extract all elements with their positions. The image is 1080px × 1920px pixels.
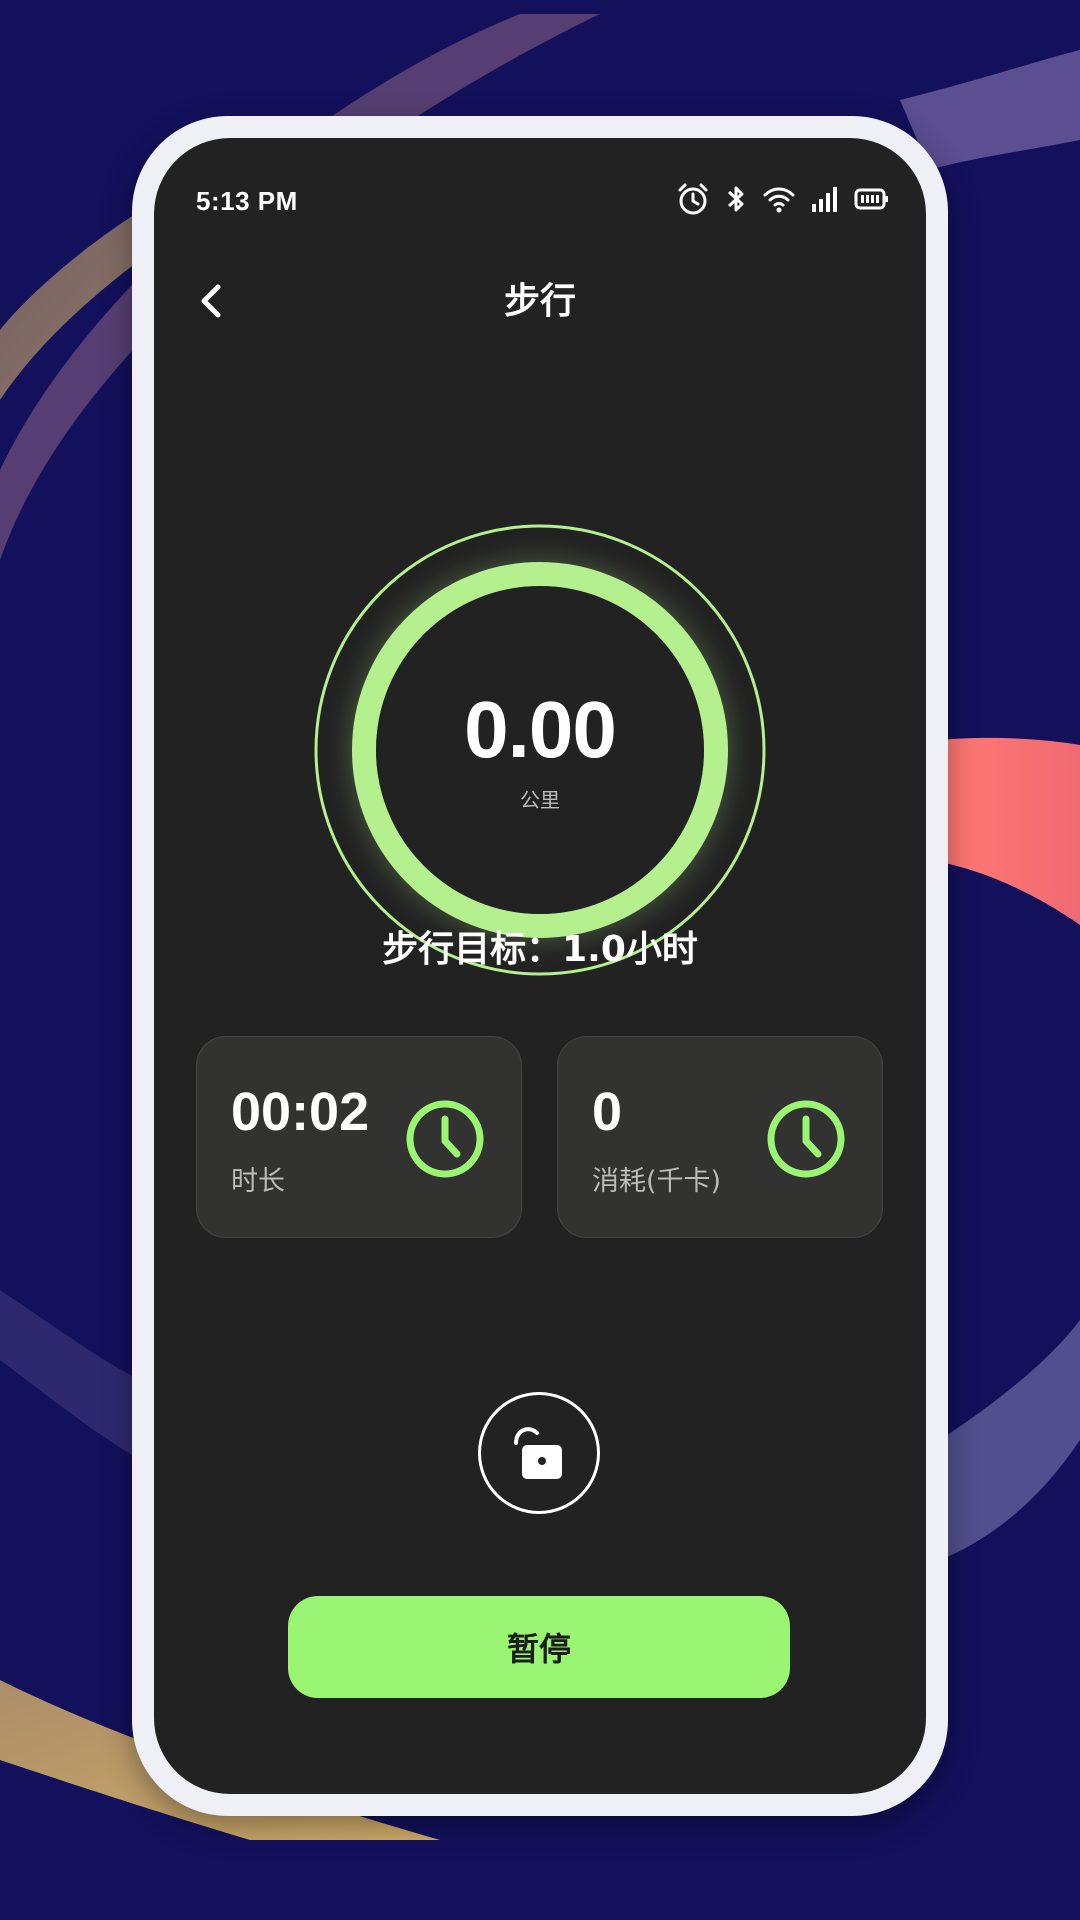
lock-button[interactable]: [478, 1392, 600, 1514]
signal-icon: [810, 184, 840, 218]
wifi-icon: [762, 184, 796, 218]
calories-card: 0 消耗(千卡): [557, 1036, 883, 1238]
status-bar: 5:13 PM: [154, 138, 926, 228]
duration-label: 时长: [231, 1166, 285, 1197]
distance-unit: 公里: [520, 788, 560, 812]
pause-button[interactable]: 暂停: [288, 1596, 790, 1698]
clock-icon: [406, 1100, 484, 1178]
status-icons: [676, 182, 890, 220]
unlock-icon: [514, 1427, 562, 1479]
distance-value: 0.00: [464, 685, 617, 774]
duration-value: 00:02: [231, 1082, 370, 1142]
duration-card: 00:02 时长: [196, 1036, 522, 1238]
calories-value: 0: [592, 1082, 623, 1142]
distance-ring: 0.00 公里: [312, 522, 768, 978]
page-title: 步行: [503, 281, 576, 322]
bluetooth-icon: [724, 182, 748, 220]
alarm-icon: [676, 182, 710, 220]
battery-icon: [854, 187, 890, 215]
status-time: 5:13 PM: [196, 186, 298, 216]
app-screen: 5:13 PM 步行 0.00 公里 步行目标：1.0小时 00:02 时长 0…: [154, 138, 926, 1794]
phone-frame: 5:13 PM 步行 0.00 公里 步行目标：1.0小时 00:02 时长 0…: [132, 116, 948, 1816]
walking-goal: 步行目标：1.0小时: [382, 929, 698, 970]
calories-label: 消耗(千卡): [592, 1166, 722, 1197]
clock-icon: [767, 1100, 845, 1178]
